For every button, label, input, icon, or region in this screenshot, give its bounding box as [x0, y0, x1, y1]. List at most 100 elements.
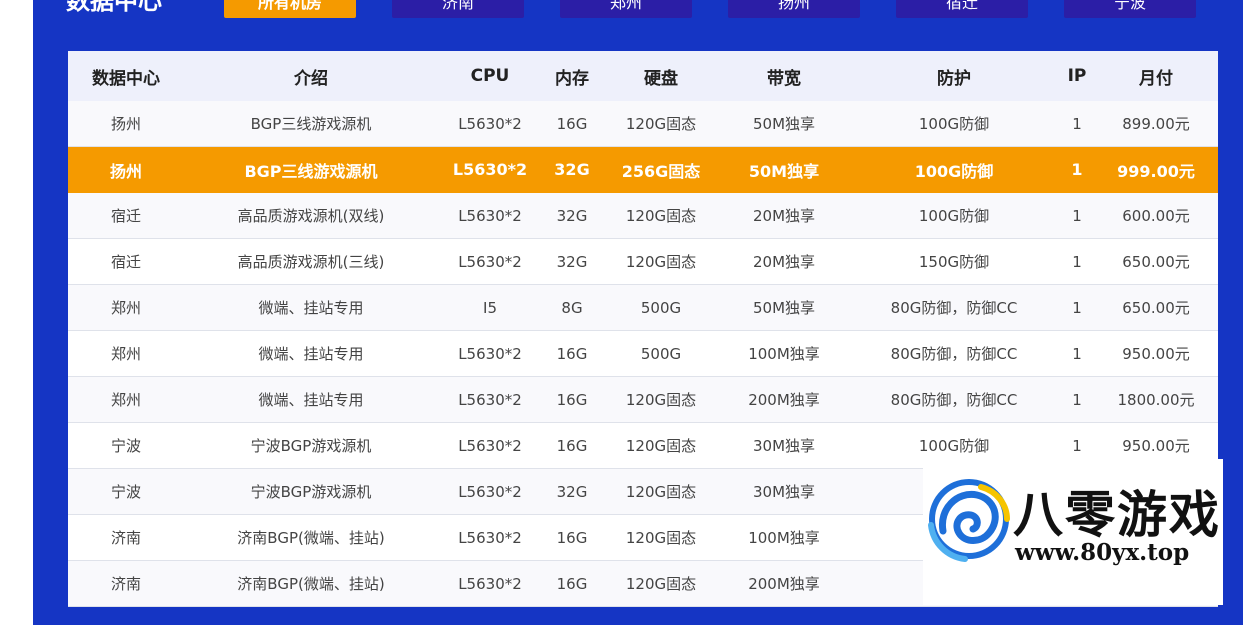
cell-datacenter: 宿迁: [68, 238, 184, 285]
cell-ip: 1: [1060, 146, 1094, 193]
cell-datacenter: 郑州: [68, 376, 184, 423]
cell-memory: 16G: [542, 376, 602, 423]
tab-all[interactable]: 所有机房: [224, 0, 356, 18]
cell-disk: 120G固态: [602, 468, 720, 515]
table-row[interactable]: 宿迁 高品质游戏源机(双线) L5630*2 32G 120G固态 20M独享 100G防御…: [68, 192, 1218, 239]
cell-bandwidth: 200M独享: [720, 376, 848, 423]
table-row[interactable]: 郑州 微端、挂站专用 I5 8G 500G 50M独享 80G防御，防御CC 1 650.00元: [68, 284, 1218, 331]
cell-bandwidth: 50M独享: [720, 284, 848, 331]
cell-cpu: L5630*2: [438, 514, 542, 561]
cell-bandwidth: 20M独享: [720, 238, 848, 285]
cell-memory: 32G: [542, 192, 602, 239]
col-protection: 防护: [848, 51, 1060, 101]
cell-intro: 微端、挂站专用: [184, 376, 438, 423]
cell-disk: 500G: [602, 330, 720, 377]
cell-memory: 8G: [542, 284, 602, 331]
col-datacenter: 数据中心: [68, 51, 184, 101]
cell-intro: BGP三线游戏源机: [184, 101, 438, 147]
cell-disk: 500G: [602, 284, 720, 331]
cell-price: 650.00元: [1094, 238, 1218, 285]
cell-datacenter: 宿迁: [68, 192, 184, 239]
cell-protection: 80G防御，防御CC: [848, 376, 1060, 423]
cell-datacenter: 扬州: [68, 146, 184, 193]
cell-disk: 120G固态: [602, 376, 720, 423]
col-ip: IP: [1060, 51, 1094, 101]
cell-intro: 宁波BGP游戏源机: [184, 422, 438, 469]
cell-datacenter: 宁波: [68, 468, 184, 515]
cell-cpu: L5630*2: [438, 101, 542, 147]
cell-bandwidth: 50M独享: [720, 146, 848, 193]
cell-ip: 1: [1060, 192, 1094, 239]
cell-protection: 100G防御: [848, 192, 1060, 239]
cell-disk: 120G固态: [602, 101, 720, 147]
cell-protection: 80G防御，防御CC: [848, 284, 1060, 331]
tab-zhengzhou[interactable]: 郑州: [560, 0, 692, 18]
watermark: 八零游戏 www.80yx.top: [923, 459, 1223, 605]
col-intro: 介绍: [184, 51, 438, 101]
cell-price: 899.00元: [1094, 101, 1218, 147]
cell-intro: BGP三线游戏源机: [184, 146, 438, 193]
cell-bandwidth: 20M独享: [720, 192, 848, 239]
cell-disk: 120G固态: [602, 192, 720, 239]
cell-memory: 16G: [542, 422, 602, 469]
cell-bandwidth: 100M独享: [720, 330, 848, 377]
cell-datacenter: 郑州: [68, 284, 184, 331]
cell-intro: 微端、挂站专用: [184, 284, 438, 331]
cell-cpu: L5630*2: [438, 330, 542, 377]
col-monthly-price: 月付: [1094, 51, 1218, 101]
tab-yangzhou[interactable]: 扬州: [728, 0, 860, 18]
cell-protection: 80G防御，防御CC: [848, 330, 1060, 377]
cell-cpu: L5630*2: [438, 146, 542, 193]
cell-cpu: L5630*2: [438, 192, 542, 239]
table-row[interactable]: 郑州 微端、挂站专用 L5630*2 16G 120G固态 200M独享 80G防御，防御C…: [68, 376, 1218, 423]
cell-datacenter: 宁波: [68, 422, 184, 469]
cell-intro: 高品质游戏源机(三线): [184, 238, 438, 285]
cell-intro: 济南BGP(微端、挂站): [184, 514, 438, 561]
cell-memory: 32G: [542, 468, 602, 515]
cell-price: 1800.00元: [1094, 376, 1218, 423]
cell-price: 600.00元: [1094, 192, 1218, 239]
section-title: 数据中心: [66, 0, 162, 15]
cell-memory: 16G: [542, 560, 602, 607]
cell-memory: 32G: [542, 146, 602, 193]
cell-intro: 微端、挂站专用: [184, 330, 438, 377]
cell-bandwidth: 30M独享: [720, 422, 848, 469]
tab-suqian[interactable]: 宿迁: [896, 0, 1028, 18]
cell-datacenter: 扬州: [68, 101, 184, 147]
tab-jinan[interactable]: 济南: [392, 0, 524, 18]
cell-bandwidth: 50M独享: [720, 101, 848, 147]
cell-protection: 100G防御: [848, 101, 1060, 147]
cell-cpu: I5: [438, 284, 542, 331]
cell-ip: 1: [1060, 330, 1094, 377]
table-row[interactable]: 扬州 BGP三线游戏源机 L5630*2 16G 120G固态 50M独享 100G防御 1 8…: [68, 101, 1218, 147]
cell-disk: 120G固态: [602, 422, 720, 469]
cell-datacenter: 济南: [68, 560, 184, 607]
cell-ip: 1: [1060, 101, 1094, 147]
cell-cpu: L5630*2: [438, 422, 542, 469]
cell-memory: 16G: [542, 101, 602, 147]
watermark-name: 八零游戏: [1013, 486, 1221, 544]
cell-cpu: L5630*2: [438, 468, 542, 515]
table-row[interactable]: 宿迁 高品质游戏源机(三线) L5630*2 32G 120G固态 20M独享 150G防御…: [68, 238, 1218, 285]
cell-intro: 高品质游戏源机(双线): [184, 192, 438, 239]
cell-protection: 150G防御: [848, 238, 1060, 285]
cell-memory: 32G: [542, 238, 602, 285]
cell-price: 999.00元: [1094, 146, 1218, 193]
cell-cpu: L5630*2: [438, 560, 542, 607]
table-row[interactable]: 扬州 BGP三线游戏源机 L5630*2 32G 256G固态 50M独享 100G防御 1 9…: [68, 146, 1218, 193]
watermark-url: www.80yx.top: [1015, 539, 1190, 566]
cell-intro: 济南BGP(微端、挂站): [184, 560, 438, 607]
site-logo-icon: [928, 479, 1010, 562]
cell-price: 650.00元: [1094, 284, 1218, 331]
cell-cpu: L5630*2: [438, 376, 542, 423]
cell-disk: 256G固态: [602, 146, 720, 193]
table-row[interactable]: 郑州 微端、挂站专用 L5630*2 16G 500G 100M独享 80G防御，防御CC 1…: [68, 330, 1218, 377]
cell-disk: 120G固态: [602, 560, 720, 607]
cell-memory: 16G: [542, 514, 602, 561]
table-header-row: 数据中心 介绍 CPU 内存 硬盘 带宽 防护 IP 月付: [68, 51, 1218, 101]
tab-ningbo[interactable]: 宁波: [1064, 0, 1196, 18]
cell-disk: 120G固态: [602, 238, 720, 285]
col-disk: 硬盘: [602, 51, 720, 101]
cell-intro: 宁波BGP游戏源机: [184, 468, 438, 515]
col-bandwidth: 带宽: [720, 51, 848, 101]
